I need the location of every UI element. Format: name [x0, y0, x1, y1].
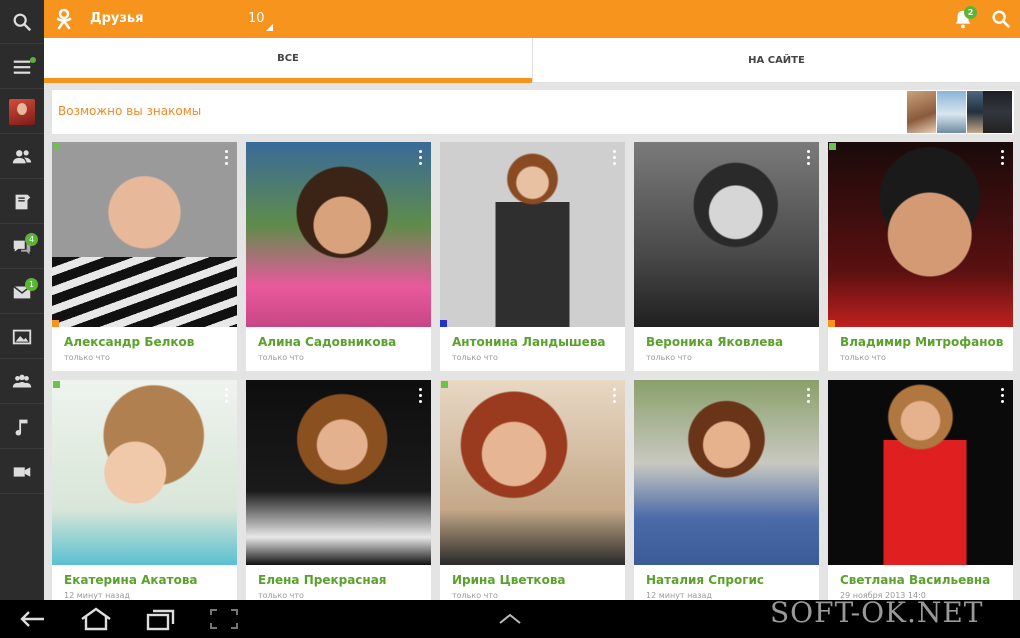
- card-menu-icon[interactable]: [611, 150, 617, 168]
- friend-photo: [828, 380, 1013, 565]
- count-dropdown-icon[interactable]: [266, 24, 273, 31]
- mobile-status-icon: [53, 143, 60, 150]
- left-rail: 4 1: [0, 0, 44, 600]
- top-bar: Друзья 10 2: [44, 0, 1020, 38]
- home-icon[interactable]: [78, 606, 114, 632]
- mobile-status-icon: [53, 381, 60, 388]
- friend-status: только что: [452, 591, 498, 600]
- friend-photo: [634, 380, 819, 565]
- menu-icon[interactable]: [0, 45, 44, 89]
- photos-icon[interactable]: [0, 315, 44, 359]
- friend-card[interactable]: Александр Белков только что: [52, 142, 237, 371]
- card-menu-icon[interactable]: [223, 150, 229, 168]
- suggestion-thumb[interactable]: [937, 91, 966, 133]
- friend-status: только что: [64, 353, 110, 362]
- friend-photo: [634, 142, 819, 327]
- suggestion-thumb[interactable]: [983, 91, 1012, 133]
- video-icon[interactable]: [0, 450, 44, 494]
- card-menu-icon[interactable]: [999, 388, 1005, 406]
- friend-status: только что: [646, 353, 692, 362]
- friend-name[interactable]: Елена Прекрасная: [258, 573, 387, 587]
- card-menu-icon[interactable]: [805, 150, 811, 168]
- friend-card[interactable]: Екатерина Акатова 12 минут назад: [52, 380, 237, 609]
- friend-status: только что: [258, 353, 304, 362]
- friend-photo: [828, 142, 1013, 327]
- card-menu-icon[interactable]: [999, 150, 1005, 168]
- profile-avatar[interactable]: [0, 90, 44, 134]
- friend-name[interactable]: Александр Белков: [64, 335, 194, 349]
- friend-photo: [246, 142, 431, 327]
- screenshot-icon[interactable]: [206, 606, 242, 632]
- friend-name[interactable]: Наталия Спрогис: [646, 573, 764, 587]
- friend-name[interactable]: Владимир Митрофанов: [840, 335, 1003, 349]
- friend-card[interactable]: Ирина Цветкова только что: [440, 380, 625, 609]
- friend-card[interactable]: Алина Садовникова только что: [246, 142, 431, 371]
- friend-photo: [440, 380, 625, 565]
- search-icon[interactable]: [0, 0, 44, 44]
- suggestions-label: Возможно вы знакомы: [58, 104, 202, 118]
- mobile-status-icon: [829, 143, 836, 150]
- ok-logo-icon[interactable]: [54, 8, 74, 30]
- friend-photo: [440, 142, 625, 327]
- suggestion-thumb[interactable]: [907, 91, 936, 133]
- tab-all[interactable]: ВСЕ: [44, 38, 532, 83]
- friend-photo: [52, 142, 237, 327]
- friends-icon[interactable]: [0, 135, 44, 179]
- search-icon[interactable]: [990, 8, 1012, 30]
- friend-name[interactable]: Алина Садовникова: [258, 335, 396, 349]
- tab-online[interactable]: НА САЙТЕ: [532, 38, 1020, 83]
- mobile-status-icon: [441, 381, 448, 388]
- recent-apps-icon[interactable]: [142, 606, 178, 632]
- card-menu-icon[interactable]: [223, 388, 229, 406]
- friend-name[interactable]: Антонина Ландышева: [452, 335, 606, 349]
- card-menu-icon[interactable]: [611, 388, 617, 406]
- music-icon[interactable]: [0, 405, 44, 449]
- menu-online-dot: [30, 57, 36, 63]
- friend-name[interactable]: Светлана Васильевна: [840, 573, 990, 587]
- friend-status: 12 минут назад: [64, 591, 130, 600]
- online-mark-icon: [52, 320, 59, 327]
- friend-photo: [52, 380, 237, 565]
- friend-name[interactable]: Ирина Цветкова: [452, 573, 566, 587]
- chevron-up-icon[interactable]: [492, 606, 528, 632]
- avatar: [9, 98, 35, 125]
- watermark: SOFT-OK.NET: [770, 596, 984, 629]
- online-mark-icon: [440, 320, 447, 327]
- friend-photo: [246, 380, 431, 565]
- friend-card[interactable]: Светлана Васильевна 29 ноября 2013 14:0: [828, 380, 1013, 609]
- friend-card[interactable]: Антонина Ландышева только что: [440, 142, 625, 371]
- card-menu-icon[interactable]: [805, 388, 811, 406]
- chat-icon[interactable]: 4: [0, 225, 44, 269]
- friend-card[interactable]: Наталия Спрогис 12 минут назад: [634, 380, 819, 609]
- suggestions-banner[interactable]: Возможно вы знакомы: [52, 90, 1014, 134]
- tabs: ВСЕ НА САЙТЕ: [44, 38, 1020, 83]
- friend-status: 12 минут назад: [646, 591, 712, 600]
- online-mark-icon: [828, 320, 835, 327]
- friend-status: только что: [258, 591, 304, 600]
- chat-badge: 4: [25, 233, 38, 246]
- notes-icon[interactable]: [0, 180, 44, 224]
- mail-badge: 1: [25, 278, 38, 291]
- friend-card[interactable]: Вероника Яковлева только что: [634, 142, 819, 371]
- mail-icon[interactable]: 1: [0, 270, 44, 314]
- friend-name[interactable]: Вероника Яковлева: [646, 335, 783, 349]
- friend-card[interactable]: Елена Прекрасная только что: [246, 380, 431, 609]
- groups-icon[interactable]: [0, 360, 44, 404]
- friend-status: только что: [840, 353, 886, 362]
- friends-count[interactable]: 10: [248, 11, 265, 26]
- card-menu-icon[interactable]: [417, 388, 423, 406]
- friend-name[interactable]: Екатерина Акатова: [64, 573, 198, 587]
- page-title: Друзья: [90, 11, 144, 26]
- friend-card[interactable]: Владимир Митрофанов только что: [828, 142, 1013, 371]
- app-root: 4 1 Друзья 10 2 ВСЕ НА САЙТЕ Возможно вы…: [0, 0, 1020, 638]
- notifications-badge: 2: [964, 6, 977, 19]
- friend-status: только что: [452, 353, 498, 362]
- card-menu-icon[interactable]: [417, 150, 423, 168]
- back-icon[interactable]: [14, 606, 50, 632]
